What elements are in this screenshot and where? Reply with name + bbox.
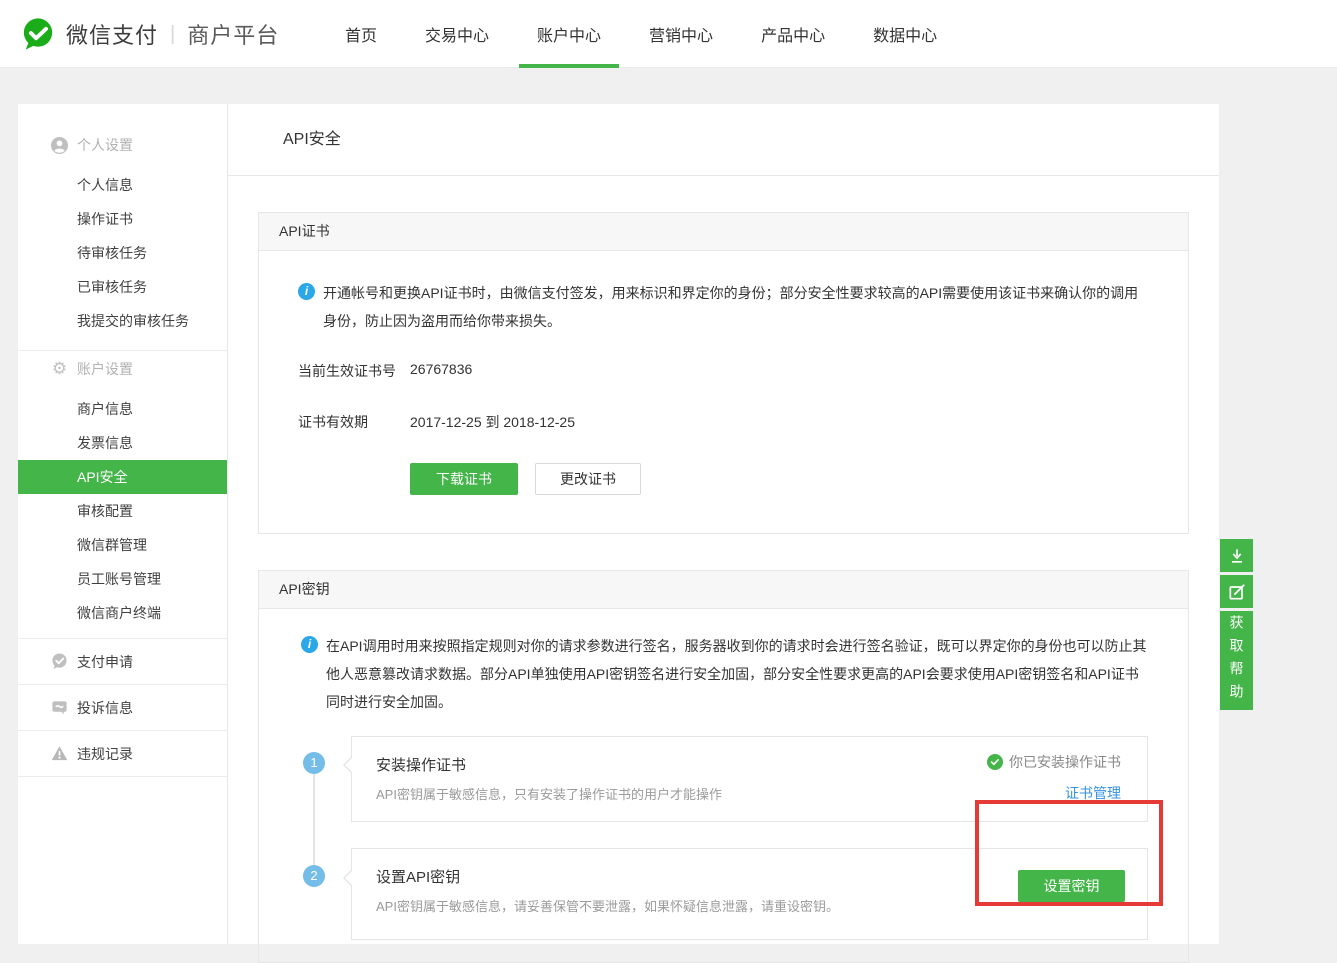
nav-home[interactable]: 首页 bbox=[327, 0, 395, 68]
sidebar-group-title-personal: 个人设置 bbox=[18, 128, 227, 162]
nav-marketing-center[interactable]: 营销中心 bbox=[631, 0, 731, 68]
sidebar-item-invoice-info[interactable]: 发票信息 bbox=[18, 426, 227, 460]
sidebar-item-reviewed[interactable]: 已审核任务 bbox=[18, 270, 227, 304]
help-widget: 获取帮助 bbox=[1220, 539, 1253, 710]
change-cert-button[interactable]: 更改证书 bbox=[535, 463, 641, 495]
feedback-help-button[interactable] bbox=[1220, 575, 1253, 608]
download-cert-button[interactable]: 下载证书 bbox=[410, 463, 518, 495]
step-install-cert-box: 安装操作证书 API密钥属于敏感信息，只有安装了操作证书的用户才能操作 你已安装… bbox=[351, 736, 1148, 822]
sidebar-group-title-account: ⚙ 账户设置 bbox=[18, 352, 227, 386]
group-title-label: 个人设置 bbox=[77, 135, 133, 155]
gear-icon: ⚙ bbox=[51, 361, 68, 378]
nav-data-center[interactable]: 数据中心 bbox=[855, 0, 955, 68]
brand-name: 微信支付 bbox=[66, 18, 158, 50]
user-icon bbox=[51, 137, 68, 154]
get-help-button[interactable]: 获取帮助 bbox=[1220, 611, 1253, 710]
brand-logo: 微信支付 | 商户平台 bbox=[20, 0, 279, 68]
group-title-label: 账户设置 bbox=[77, 359, 133, 379]
cert-number-label: 当前生效证书号 bbox=[298, 361, 410, 381]
api-key-section-title: API密钥 bbox=[259, 571, 1188, 609]
warning-triangle-icon bbox=[51, 745, 68, 762]
cert-number-row: 当前生效证书号 26767836 bbox=[298, 361, 1148, 381]
main-content: API安全 API证书 i 开通帐号和更换API证书时，由微信支付签发，用来标识… bbox=[228, 104, 1219, 944]
api-key-section-body: i 在API调用时用来按照指定规则对你的请求参数进行签名，服务器收到你的请求时会… bbox=[259, 609, 1188, 963]
api-cert-section-title: API证书 bbox=[259, 213, 1188, 251]
cert-installed-status: 你已安装操作证书 bbox=[987, 752, 1121, 772]
sidebar-group-account: ⚙ 账户设置 商户信息 发票信息 API安全 审核配置 微信群管理 员工账号管理… bbox=[18, 351, 227, 639]
cert-number-value: 26767836 bbox=[410, 361, 472, 381]
step-set-api-key-box: 设置API密钥 API密钥属于敏感信息，请妥善保管不要泄露，如果怀疑信息泄露，请… bbox=[351, 848, 1148, 940]
box-notch bbox=[343, 869, 352, 887]
step-1-badge: 1 bbox=[303, 752, 325, 774]
sidebar-item-staff-account-mgmt[interactable]: 员工账号管理 bbox=[18, 562, 227, 596]
cert-validity-row: 证书有效期 2017-12-25 到 2018-12-25 bbox=[298, 412, 1148, 432]
edit-icon bbox=[1227, 582, 1247, 602]
api-key-section: API密钥 i 在API调用时用来按照指定规则对你的请求参数进行签名，服务器收到… bbox=[258, 570, 1189, 963]
sidebar-link-complaint-info[interactable]: 投诉信息 bbox=[18, 685, 227, 731]
cert-info-row: i 开通帐号和更换API证书时，由微信支付签发，用来标识和界定你的身份；部分安全… bbox=[298, 279, 1148, 335]
cert-validity-value: 2017-12-25 到 2018-12-25 bbox=[410, 412, 575, 432]
cert-validity-label: 证书有效期 bbox=[298, 412, 410, 432]
sidebar-link-violation-record[interactable]: 违规记录 bbox=[18, 731, 227, 777]
brand-separator: | bbox=[170, 23, 175, 46]
cert-buttons-row: 下载证书 更改证书 bbox=[298, 463, 1148, 495]
sidebar-item-personal-info[interactable]: 个人信息 bbox=[18, 168, 227, 202]
info-icon: i bbox=[301, 636, 318, 653]
sidebar-link-label: 支付申请 bbox=[77, 652, 133, 672]
api-cert-section-body: i 开通帐号和更换API证书时，由微信支付签发，用来标识和界定你的身份；部分安全… bbox=[259, 251, 1188, 533]
nav-account-center[interactable]: 账户中心 bbox=[519, 0, 619, 68]
sidebar-item-api-security[interactable]: API安全 bbox=[18, 460, 227, 494]
step-2-badge: 2 bbox=[303, 865, 325, 887]
get-help-label: 获取帮助 bbox=[1227, 615, 1247, 707]
cert-manage-link[interactable]: 证书管理 bbox=[1065, 783, 1121, 803]
page-title: API安全 bbox=[228, 104, 1219, 176]
sidebar-item-pending-review[interactable]: 待审核任务 bbox=[18, 236, 227, 270]
key-info-text: 在API调用时用来按照指定规则对你的请求参数进行签名，服务器收到你的请求时会进行… bbox=[326, 632, 1148, 716]
key-info-row: i 在API调用时用来按照指定规则对你的请求参数进行签名，服务器收到你的请求时会… bbox=[301, 632, 1148, 716]
top-navigation: 首页 交易中心 账户中心 营销中心 产品中心 数据中心 bbox=[327, 0, 967, 68]
sidebar: 个人设置 个人信息 操作证书 待审核任务 已审核任务 我提交的审核任务 ⚙ 账户… bbox=[18, 104, 228, 944]
nav-transaction-center[interactable]: 交易中心 bbox=[407, 0, 507, 68]
sidebar-item-operation-cert[interactable]: 操作证书 bbox=[18, 202, 227, 236]
step-connector-line bbox=[313, 774, 315, 865]
check-icon bbox=[987, 754, 1003, 770]
wechat-pay-logo-icon bbox=[20, 17, 56, 51]
sidebar-item-wechat-group-mgmt[interactable]: 微信群管理 bbox=[18, 528, 227, 562]
nav-product-center[interactable]: 产品中心 bbox=[743, 0, 843, 68]
sidebar-link-label: 投诉信息 bbox=[77, 698, 133, 718]
brand-product: 商户平台 bbox=[187, 18, 279, 50]
cert-info-text: 开通帐号和更换API证书时，由微信支付签发，用来标识和界定你的身份；部分安全性要… bbox=[323, 279, 1148, 335]
info-icon: i bbox=[298, 283, 315, 300]
set-api-key-button[interactable]: 设置密钥 bbox=[1018, 870, 1125, 902]
sidebar-link-label: 违规记录 bbox=[77, 744, 133, 764]
chat-bubble-icon bbox=[51, 699, 68, 716]
sidebar-link-payment-application[interactable]: 支付申请 bbox=[18, 639, 227, 685]
download-icon bbox=[1227, 546, 1247, 566]
sidebar-group-personal: 个人设置 个人信息 操作证书 待审核任务 已审核任务 我提交的审核任务 bbox=[18, 104, 227, 351]
top-header: 微信支付 | 商户平台 首页 交易中心 账户中心 营销中心 产品中心 数据中心 bbox=[0, 0, 1337, 68]
sidebar-item-wechat-merchant-terminal[interactable]: 微信商户终端 bbox=[18, 596, 227, 630]
api-cert-section: API证书 i 开通帐号和更换API证书时，由微信支付签发，用来标识和界定你的身… bbox=[258, 212, 1189, 534]
box-notch bbox=[343, 756, 352, 774]
sidebar-item-merchant-info[interactable]: 商户信息 bbox=[18, 392, 227, 426]
chat-check-icon bbox=[51, 653, 68, 670]
content-card: 个人设置 个人信息 操作证书 待审核任务 已审核任务 我提交的审核任务 ⚙ 账户… bbox=[18, 104, 1219, 944]
sidebar-item-review-config[interactable]: 审核配置 bbox=[18, 494, 227, 528]
sidebar-item-my-submitted-review[interactable]: 我提交的审核任务 bbox=[18, 304, 227, 338]
status-text: 你已安装操作证书 bbox=[1009, 752, 1121, 772]
download-help-button[interactable] bbox=[1220, 539, 1253, 572]
